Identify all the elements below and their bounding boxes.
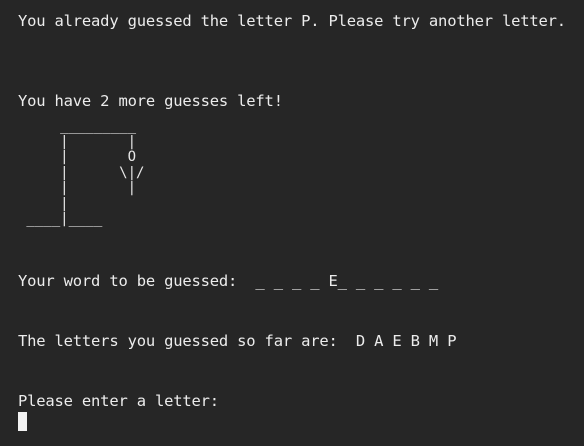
word-to-guess-line: Your word to be guessed: _ _ _ _ E_ _ _ …	[18, 272, 439, 290]
already-guessed-message: You already guessed the letter P. Please…	[18, 12, 566, 30]
enter-letter-prompt: Please enter a letter:	[18, 392, 219, 410]
guesses-left-message: You have 2 more guesses left!	[18, 92, 283, 110]
terminal-window: You already guessed the letter P. Please…	[0, 0, 584, 446]
hangman-drawing: _________ | | | O | \|/ | | | ____|____	[26, 118, 145, 227]
input-cursor[interactable]	[18, 412, 27, 431]
letters-guessed-line: The letters you guessed so far are: D A …	[18, 332, 457, 350]
